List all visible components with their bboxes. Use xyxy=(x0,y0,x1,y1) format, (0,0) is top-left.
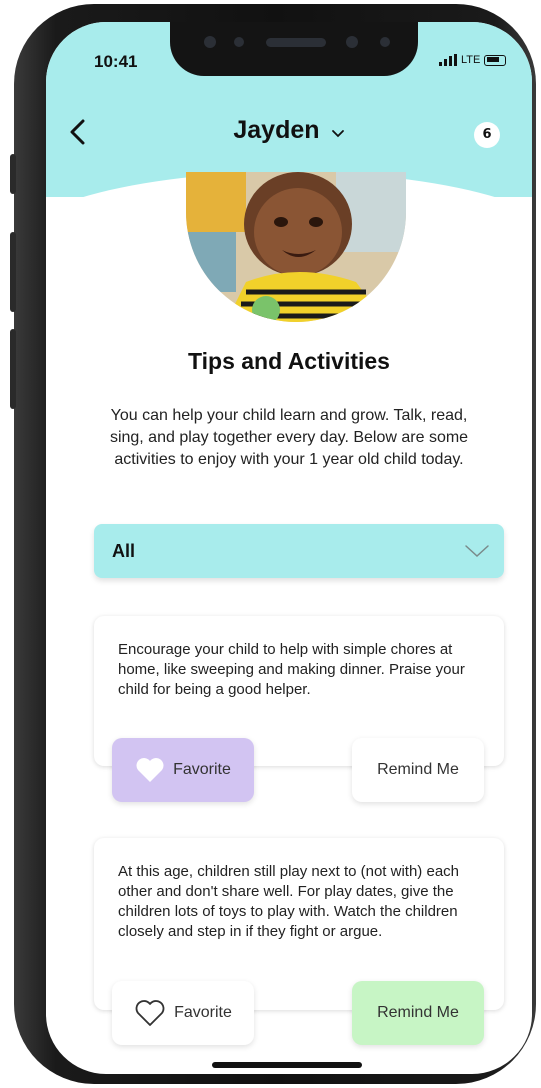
category-filter-dropdown[interactable]: All xyxy=(94,524,504,578)
app-screen: 10:41 LTE Jayden 6 Tips and Activities Y… xyxy=(46,22,532,1074)
page-title: Jayden xyxy=(233,116,320,144)
child-photo-avatar xyxy=(186,172,406,322)
favorite-button[interactable]: Favorite xyxy=(112,738,254,802)
remind-me-label: Remind Me xyxy=(377,1004,459,1021)
favorite-button[interactable]: Favorite xyxy=(112,981,254,1045)
remind-me-button[interactable]: Remind Me xyxy=(352,981,484,1045)
filter-selected-value: All xyxy=(112,541,136,561)
child-selector[interactable]: Jayden xyxy=(46,116,532,145)
phone-frame: 10:41 LTE Jayden 6 Tips and Activities Y… xyxy=(10,4,536,1084)
chevron-down-icon xyxy=(331,129,344,137)
heart-filled-icon xyxy=(136,758,164,782)
remind-me-button[interactable]: Remind Me xyxy=(352,738,484,802)
chevron-down-icon xyxy=(465,545,489,558)
favorite-label: Favorite xyxy=(174,1004,232,1021)
remind-me-label: Remind Me xyxy=(377,761,459,778)
section-heading: Tips and Activities xyxy=(188,348,390,374)
home-indicator[interactable] xyxy=(212,1062,362,1068)
volume-down-button xyxy=(10,329,16,409)
heart-outline-icon xyxy=(135,1000,165,1026)
signal-icon xyxy=(439,54,457,66)
network-label: LTE xyxy=(461,54,481,66)
notification-badge[interactable]: 6 xyxy=(474,122,500,148)
intro-text: You can help your child learn and grow. … xyxy=(109,407,469,468)
status-icons: LTE xyxy=(439,54,507,66)
volume-up-button xyxy=(10,232,16,312)
battery-icon xyxy=(484,54,507,66)
activity-text: At this age, children still play next to… xyxy=(118,863,460,940)
status-time: 10:41 xyxy=(94,52,138,71)
favorite-label: Favorite xyxy=(173,761,231,778)
notch xyxy=(170,22,418,76)
activity-text: Encourage your child to help with simple… xyxy=(118,641,465,698)
mute-switch xyxy=(10,154,16,194)
